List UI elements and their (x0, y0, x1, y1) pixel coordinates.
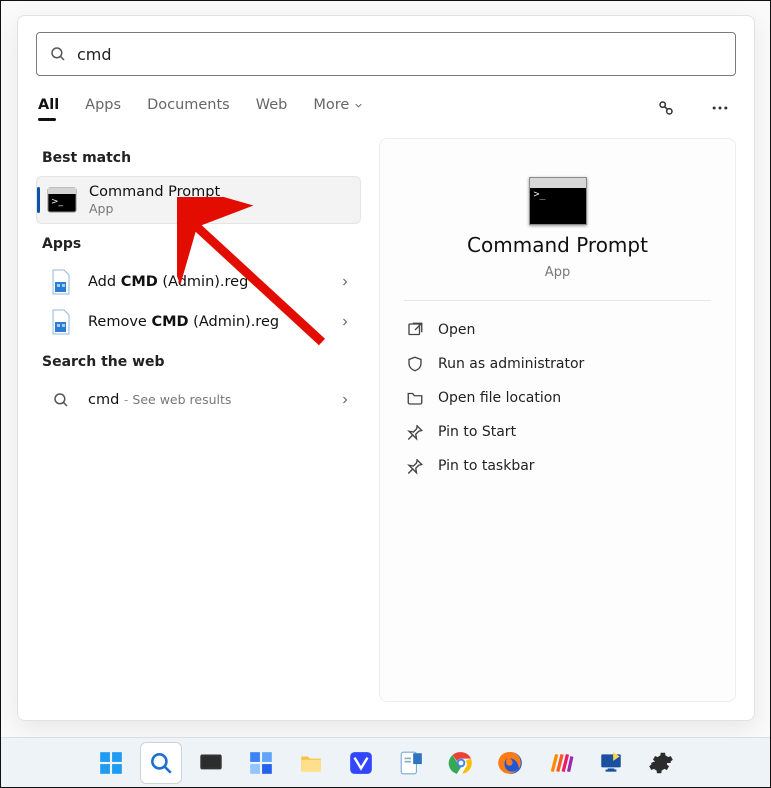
action-label: Pin to Start (438, 424, 516, 440)
action-run-admin[interactable]: Run as administrator (404, 347, 711, 381)
chevron-right-icon (339, 394, 351, 406)
file-explorer[interactable] (290, 742, 332, 784)
action-open[interactable]: Open (404, 313, 711, 347)
taskbar-app-2[interactable] (390, 742, 432, 784)
more-options-icon[interactable] (706, 94, 734, 122)
action-label: Open (438, 322, 475, 338)
shield-icon (406, 355, 424, 373)
search-input[interactable] (77, 45, 723, 64)
terminal-icon (529, 177, 587, 225)
tab-more-label: More (313, 97, 349, 113)
section-web: Search the web (42, 354, 355, 370)
filter-tabs: All Apps Documents Web More (18, 84, 754, 132)
result-title: Add CMD (Admin).reg (88, 273, 327, 291)
taskbar (1, 737, 770, 787)
chrome[interactable] (440, 742, 482, 784)
result-web-cmd[interactable]: cmd - See web results (36, 380, 361, 420)
chevron-right-icon (339, 276, 351, 288)
tab-apps[interactable]: Apps (85, 97, 121, 119)
taskbar-search[interactable] (140, 742, 182, 784)
search-settings-icon[interactable] (652, 94, 680, 122)
preview-pane: Command Prompt App Open Run as administr… (379, 138, 736, 702)
taskbar-app-stripes[interactable] (540, 742, 582, 784)
preview-title: Command Prompt (467, 233, 648, 257)
result-remove-cmd-reg[interactable]: Remove CMD (Admin).reg (36, 302, 361, 342)
folder-icon (406, 389, 424, 407)
result-subtitle: App (89, 201, 350, 217)
chevron-right-icon (339, 316, 351, 328)
results-column: Best match >_ Command Prompt App Apps (36, 138, 361, 702)
taskbar-app-monitor[interactable] (590, 742, 632, 784)
svg-text:>_: >_ (51, 197, 64, 207)
action-label: Pin to taskbar (438, 458, 535, 474)
action-open-location[interactable]: Open file location (404, 381, 711, 415)
regfile-icon (46, 268, 76, 296)
result-title: Command Prompt (89, 183, 350, 201)
taskbar-app-1[interactable] (340, 742, 382, 784)
result-title: Remove CMD (Admin).reg (88, 313, 327, 331)
settings[interactable] (640, 742, 682, 784)
search-box[interactable] (36, 32, 736, 76)
start-button[interactable] (90, 742, 132, 784)
pin-icon (406, 457, 424, 475)
tab-documents[interactable]: Documents (147, 97, 230, 119)
pin-icon (406, 423, 424, 441)
preview-subtitle: App (545, 265, 570, 280)
search-icon (46, 386, 76, 414)
search-icon (49, 45, 67, 63)
section-apps: Apps (42, 236, 355, 252)
tab-web[interactable]: Web (256, 97, 288, 119)
search-panel: All Apps Documents Web More Best match (17, 15, 755, 721)
action-pin-start[interactable]: Pin to Start (404, 415, 711, 449)
section-best-match: Best match (42, 150, 355, 166)
chevron-down-icon (353, 100, 364, 111)
tab-more[interactable]: More (313, 97, 364, 119)
open-icon (406, 321, 424, 339)
firefox[interactable] (490, 742, 532, 784)
action-label: Run as administrator (438, 356, 584, 372)
widgets[interactable] (240, 742, 282, 784)
action-label: Open file location (438, 390, 561, 406)
task-view[interactable] (190, 742, 232, 784)
terminal-icon: >_ (47, 186, 77, 214)
result-add-cmd-reg[interactable]: Add CMD (Admin).reg (36, 262, 361, 302)
action-list: Open Run as administrator Open file loca… (404, 313, 711, 483)
result-title: cmd - See web results (88, 391, 327, 409)
regfile-icon (46, 308, 76, 336)
action-pin-taskbar[interactable]: Pin to taskbar (404, 449, 711, 483)
tab-all[interactable]: All (38, 97, 59, 119)
result-command-prompt[interactable]: >_ Command Prompt App (36, 176, 361, 224)
search-row (18, 16, 754, 84)
